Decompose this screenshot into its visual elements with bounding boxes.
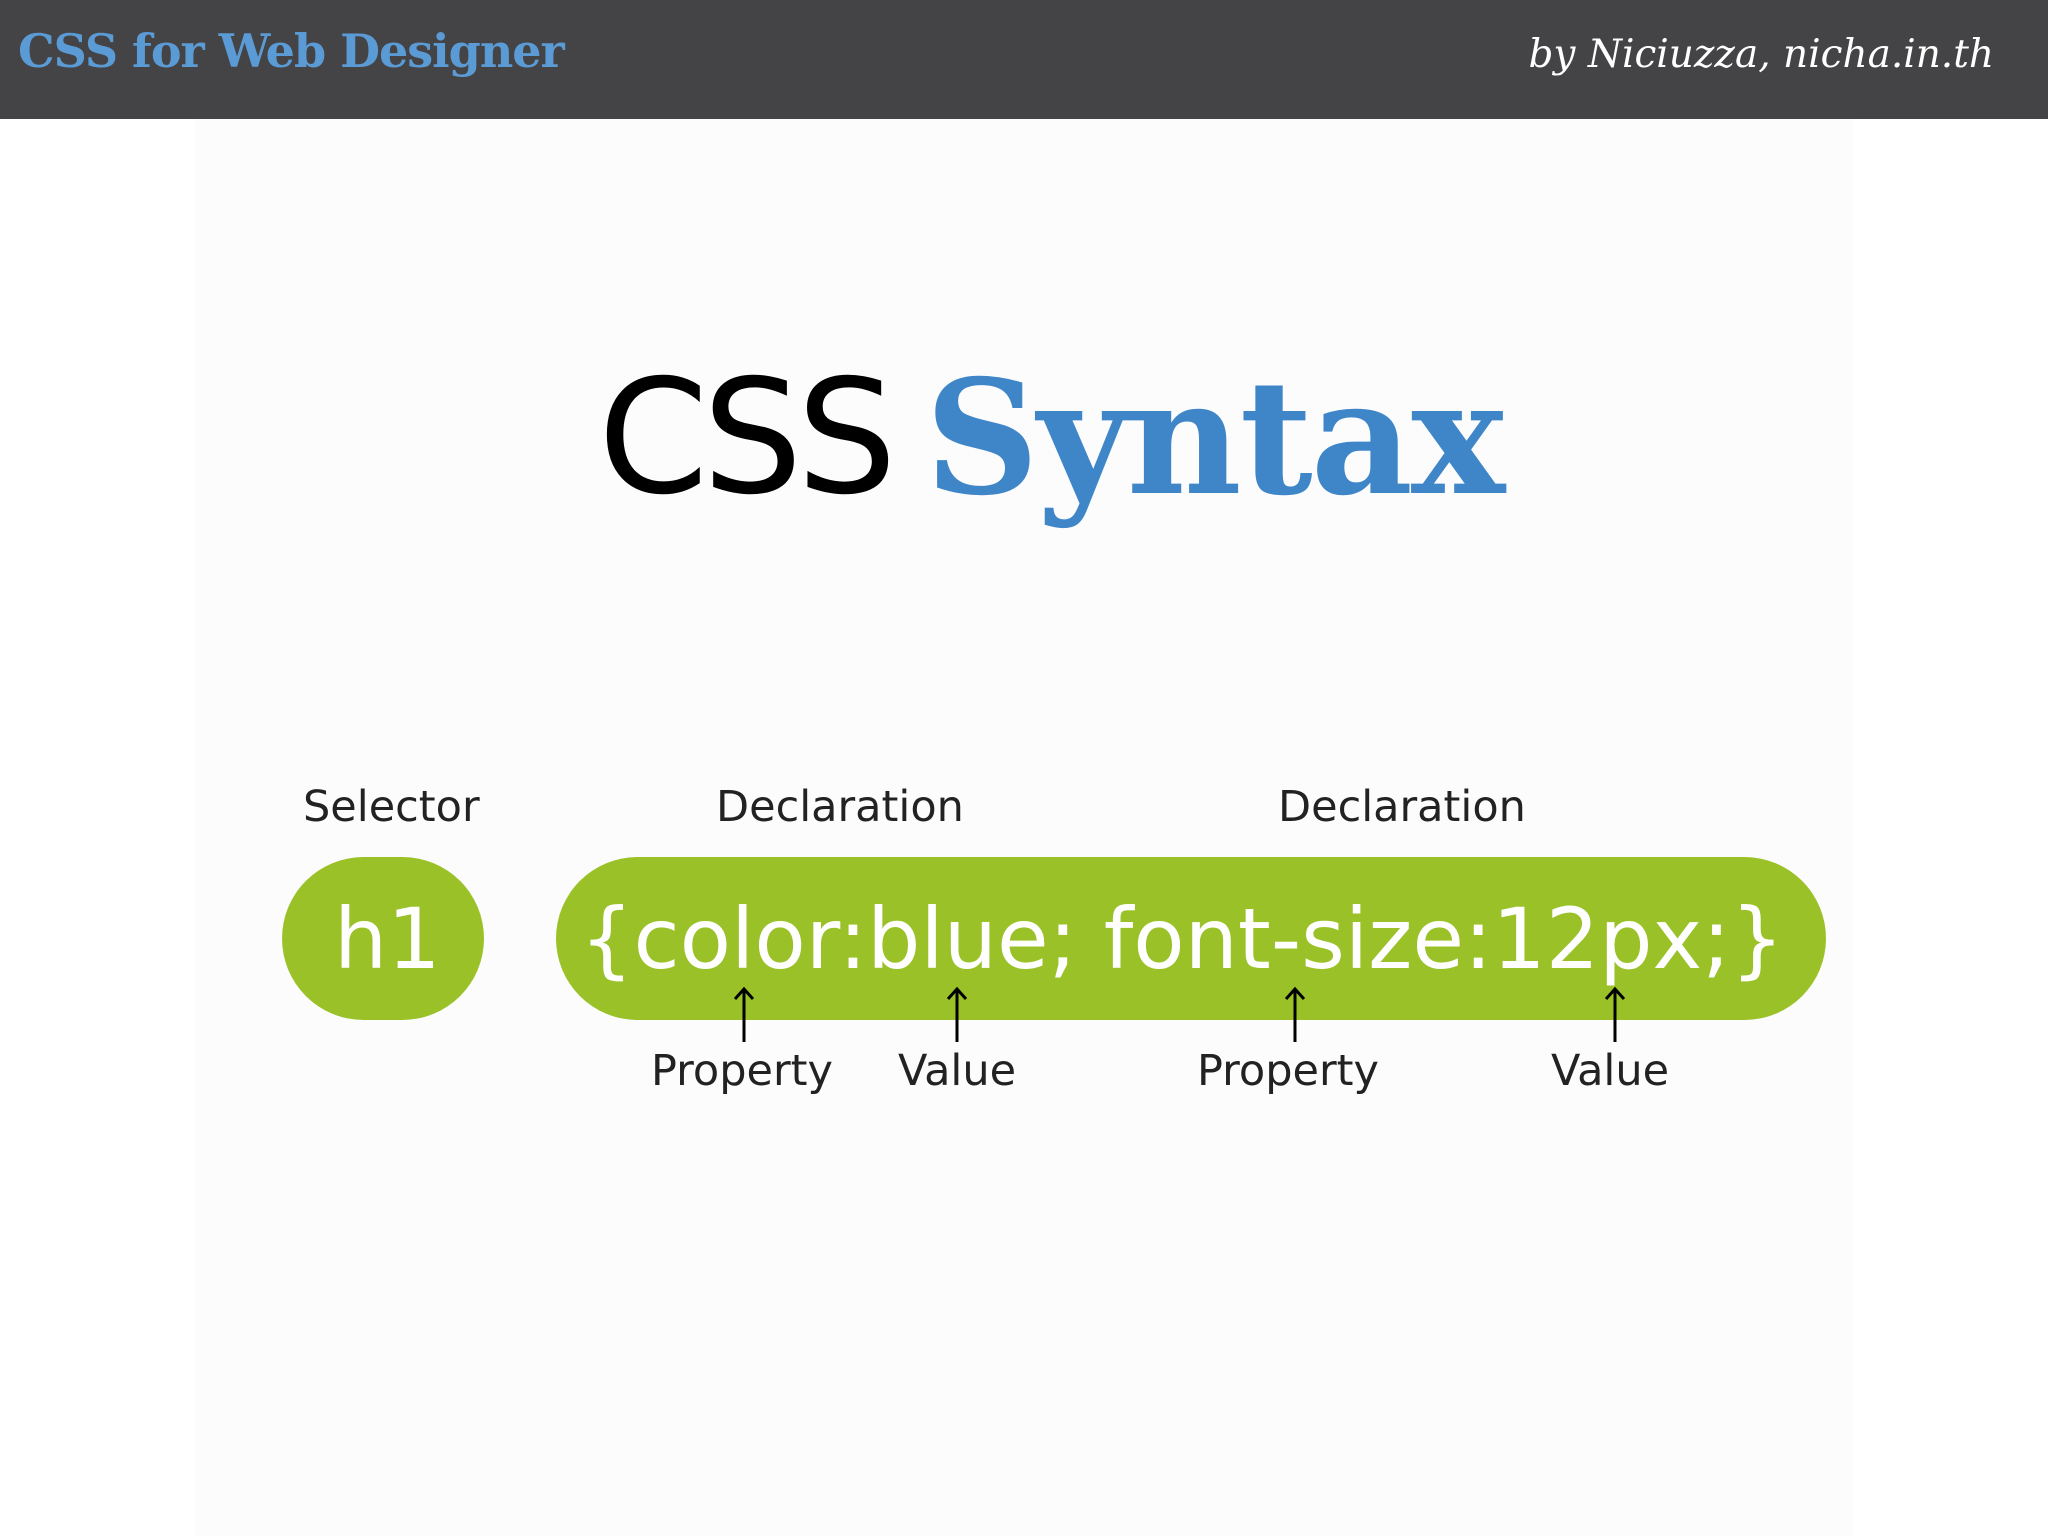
value-arrow-icon-1 bbox=[946, 986, 968, 1042]
declaration-label-1: Declaration bbox=[716, 782, 964, 832]
css-syntax-diagram: Selector Declaration Declaration h1 {col… bbox=[0, 0, 2048, 1536]
value-arrow-icon-2 bbox=[1604, 986, 1626, 1042]
declaration-text: {color:blue; font-size:12px;} bbox=[580, 890, 1784, 988]
declaration-label-2: Declaration bbox=[1278, 782, 1526, 832]
value-label-2: Value bbox=[1551, 1046, 1670, 1096]
property-label-1: Property bbox=[651, 1046, 833, 1096]
property-arrow-icon-1 bbox=[733, 986, 755, 1042]
selector-text: h1 bbox=[334, 890, 441, 988]
selector-label: Selector bbox=[303, 782, 480, 832]
property-label-2: Property bbox=[1197, 1046, 1379, 1096]
value-label-1: Value bbox=[898, 1046, 1017, 1096]
property-arrow-icon-2 bbox=[1284, 986, 1306, 1042]
